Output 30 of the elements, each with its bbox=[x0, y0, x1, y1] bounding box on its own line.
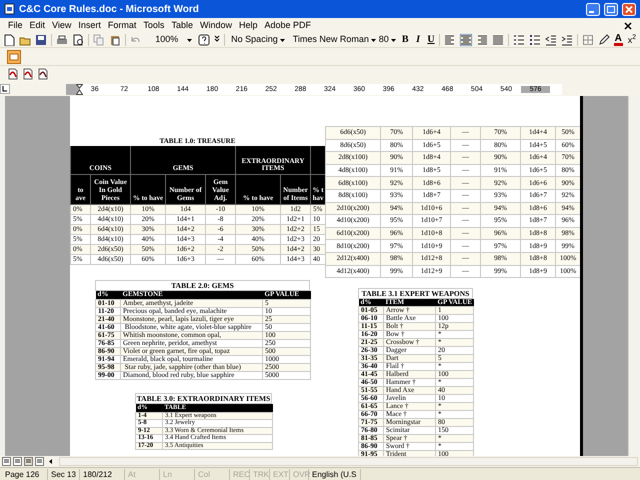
status-field: Page 126 bbox=[2, 468, 48, 480]
menu-item[interactable]: Edit bbox=[30, 18, 46, 32]
menu-item[interactable]: Help bbox=[238, 18, 258, 32]
status-field: Ln bbox=[160, 468, 195, 480]
menu-item[interactable]: Insert bbox=[78, 18, 101, 32]
style-dropdown[interactable]: No Spacing bbox=[229, 34, 287, 46]
menu-item[interactable]: Tools bbox=[143, 18, 164, 32]
status-field: Sec 13 bbox=[48, 468, 80, 480]
status-field: Col bbox=[195, 468, 230, 480]
window-title: C&C Core Rules.doc - Microsoft Word bbox=[19, 2, 199, 16]
italic-button[interactable]: I bbox=[414, 35, 423, 45]
status-field: EXT bbox=[270, 468, 290, 480]
status-field: REC bbox=[230, 468, 250, 480]
status-field: 180/212 bbox=[80, 468, 125, 480]
menu-item[interactable]: View bbox=[52, 18, 72, 32]
status-field: TRK bbox=[250, 468, 270, 480]
status-field: At bbox=[125, 468, 160, 480]
zoom-dropdown[interactable]: 100% bbox=[153, 34, 194, 46]
menu-item[interactable]: Table bbox=[171, 18, 193, 32]
underline-button[interactable]: U bbox=[426, 35, 436, 45]
bold-button[interactable]: B bbox=[400, 35, 410, 45]
font-dropdown[interactable]: Times New Roman bbox=[290, 34, 373, 46]
menu-item[interactable]: Window bbox=[200, 18, 232, 32]
status-field: English (U.S bbox=[309, 468, 361, 480]
font-size-dropdown[interactable]: 80 bbox=[376, 34, 397, 46]
status-field: OVR bbox=[290, 468, 309, 480]
menu-item[interactable]: File bbox=[8, 18, 23, 32]
superscript-button[interactable]: x$^{2}$ bbox=[626, 36, 638, 44]
menu-item[interactable]: Adobe PDF bbox=[264, 18, 312, 32]
menu-item[interactable]: Format bbox=[108, 18, 136, 32]
